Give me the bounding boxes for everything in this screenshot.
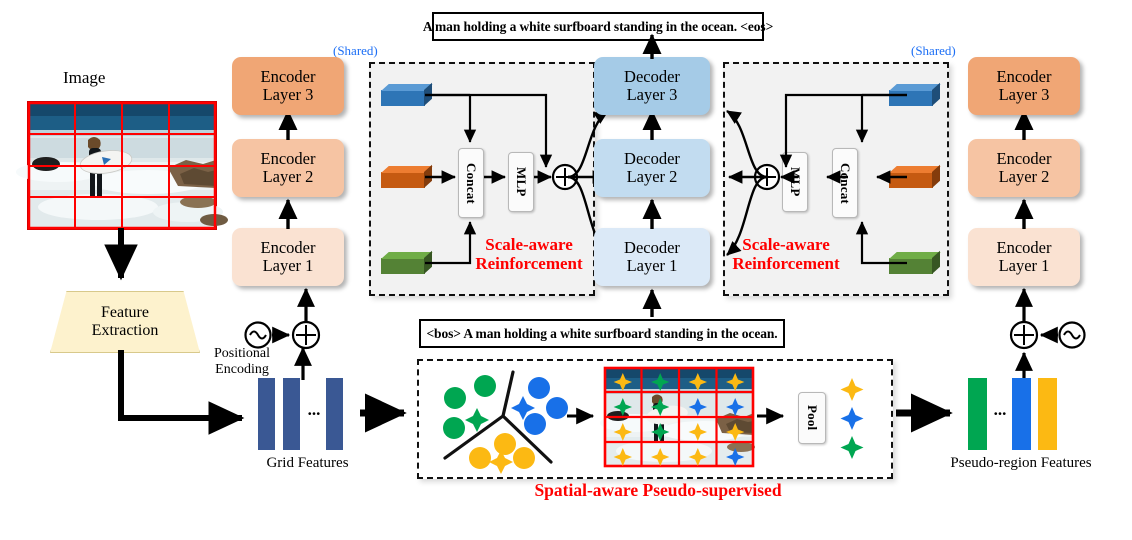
pseudo-region-features-label: Pseudo-region Features xyxy=(950,455,1092,471)
decoder-1-line1: Decoder xyxy=(624,237,680,257)
encoder-right-1-line2: Layer 1 xyxy=(998,256,1050,275)
pool-star-blue xyxy=(840,407,864,430)
sar-right-title-line2: Reinforcement xyxy=(732,254,840,274)
input-caption-box: <bos> A man holding a white surfboard st… xyxy=(419,319,785,348)
pseudo-region-bar-blue xyxy=(1012,378,1031,450)
feature-extraction-block: Feature Extraction xyxy=(50,291,200,353)
cluster-dot-blue xyxy=(524,413,546,435)
cluster-dot-green xyxy=(443,417,465,439)
grid-feature-bar-2 xyxy=(283,378,300,450)
decoder-2-line1: Decoder xyxy=(624,148,680,168)
decoder-3-line2: Layer 3 xyxy=(626,85,678,104)
feature-extraction-line2: Extraction xyxy=(91,322,159,339)
pseudo-region-bar-green xyxy=(968,378,987,450)
grid-feature-bar-1 xyxy=(258,378,275,450)
arrow-input-caption-to-decoder1 xyxy=(642,288,662,317)
feature-extraction-line1: Feature xyxy=(101,304,149,322)
cluster-dot-yellow xyxy=(469,447,491,469)
input-image xyxy=(16,101,228,230)
arrow-spatial-to-pseudo-region xyxy=(896,393,953,433)
sar-right-title: Scale-aware Reinforcement xyxy=(716,235,856,273)
pool-output-stars xyxy=(840,378,864,459)
cluster-dot-blue xyxy=(546,397,568,419)
pool-label: Pool xyxy=(805,405,820,431)
encoder-left-layer-3[interactable]: Encoder Layer 3 xyxy=(232,57,344,115)
pseudo-region-features-bars: ... xyxy=(968,378,1068,450)
decoder-layer-2[interactable]: Decoder Layer 2 xyxy=(594,139,710,197)
encoder-left-1-line1: Encoder xyxy=(260,237,316,257)
shared-label-right: (Shared) xyxy=(911,43,956,58)
arrow-stargrid-to-pool xyxy=(757,407,785,425)
pe-left-line1: Positional xyxy=(213,346,270,361)
arrow-encoder-left-1-to-2 xyxy=(278,198,298,229)
cluster-dot-yellow xyxy=(494,433,516,455)
positional-encoding-label-left: Positional Encoding xyxy=(187,346,297,377)
encoder-left-layer-1[interactable]: Encoder Layer 1 xyxy=(232,228,344,286)
pool-star-yellow xyxy=(840,378,864,401)
decoder-2-line2: Layer 2 xyxy=(626,167,678,186)
grid-features-bars: ... xyxy=(258,378,354,450)
pseudo-region-bar-yellow xyxy=(1038,378,1057,450)
encoder-right-1-line1: Encoder xyxy=(996,237,1052,257)
cluster-dot-yellow xyxy=(513,447,535,469)
sar-right-title-line1: Scale-aware xyxy=(742,235,830,254)
pseudo-region-ellipsis: ... xyxy=(993,400,1007,419)
encoder-left-2-line2: Layer 2 xyxy=(262,167,314,186)
sar-left-title: Scale-aware Reinforcement xyxy=(459,235,599,273)
arrow-decoder3-to-output-caption xyxy=(642,33,662,59)
cluster-dot-blue xyxy=(528,377,550,399)
shared-label-left: (Shared) xyxy=(333,43,378,58)
decoder-layer-3[interactable]: Decoder Layer 3 xyxy=(594,57,710,115)
encoder-left-2-line1: Encoder xyxy=(260,148,316,168)
encoder-left-layer-2[interactable]: Encoder Layer 2 xyxy=(232,139,344,197)
decoder-1-line2: Layer 1 xyxy=(626,256,678,275)
decoder-3-line1: Decoder xyxy=(624,66,680,86)
encoder-right-2-line2: Layer 2 xyxy=(998,167,1050,186)
sar-left-title-line1: Scale-aware xyxy=(485,235,573,254)
arrow-sum-to-encoder1-left xyxy=(297,287,315,321)
cluster-scatter-plot xyxy=(443,370,568,474)
diagram-canvas: A man holding a white surfboard standing… xyxy=(0,0,1132,540)
output-caption-text: A man holding a white surfboard standing… xyxy=(422,18,774,34)
encoder-right-3-line1: Encoder xyxy=(996,66,1052,86)
encoder-right-layer-1[interactable]: Encoder Layer 1 xyxy=(968,228,1080,286)
spatial-aware-title: Spatial-aware Pseudo-supervised xyxy=(534,480,782,500)
sar-left-title-line2: Reinforcement xyxy=(475,254,583,274)
cluster-dot-green xyxy=(474,375,496,397)
cluster-dot-green xyxy=(444,387,466,409)
encoder-right-layer-2[interactable]: Encoder Layer 2 xyxy=(968,139,1080,197)
encoder-right-2-line1: Encoder xyxy=(996,148,1052,168)
pool-box: Pool xyxy=(798,392,826,444)
pseudo-region-star-grid-image xyxy=(600,366,755,468)
encoder-right-3-line2: Layer 3 xyxy=(998,85,1050,104)
encoder-left-3-line1: Encoder xyxy=(260,66,316,86)
encoder-left-3-line2: Layer 3 xyxy=(262,85,314,104)
grid-feature-bar-3 xyxy=(326,378,343,450)
pe-left-line2: Encoding xyxy=(215,361,269,377)
arrow-grid-to-spatial xyxy=(360,393,407,433)
arrow-decoder-1-to-2 xyxy=(642,198,662,229)
encoder-left-1-line2: Layer 1 xyxy=(262,256,314,275)
decoder-layer-1[interactable]: Decoder Layer 1 xyxy=(594,228,710,286)
arrow-image-to-feature-extraction xyxy=(104,228,138,281)
image-label: Image xyxy=(63,68,106,87)
grid-features-ellipsis: ... xyxy=(307,400,321,419)
encoder-right-layer-3[interactable]: Encoder Layer 3 xyxy=(968,57,1080,115)
pool-star-green xyxy=(840,436,864,459)
output-caption-box: A man holding a white surfboard standing… xyxy=(423,12,773,41)
input-caption-text: <bos> A man holding a white surfboard st… xyxy=(426,325,778,341)
grid-features-label: Grid Features xyxy=(266,455,349,471)
arrow-encoder-right-1-to-2 xyxy=(1014,198,1034,229)
